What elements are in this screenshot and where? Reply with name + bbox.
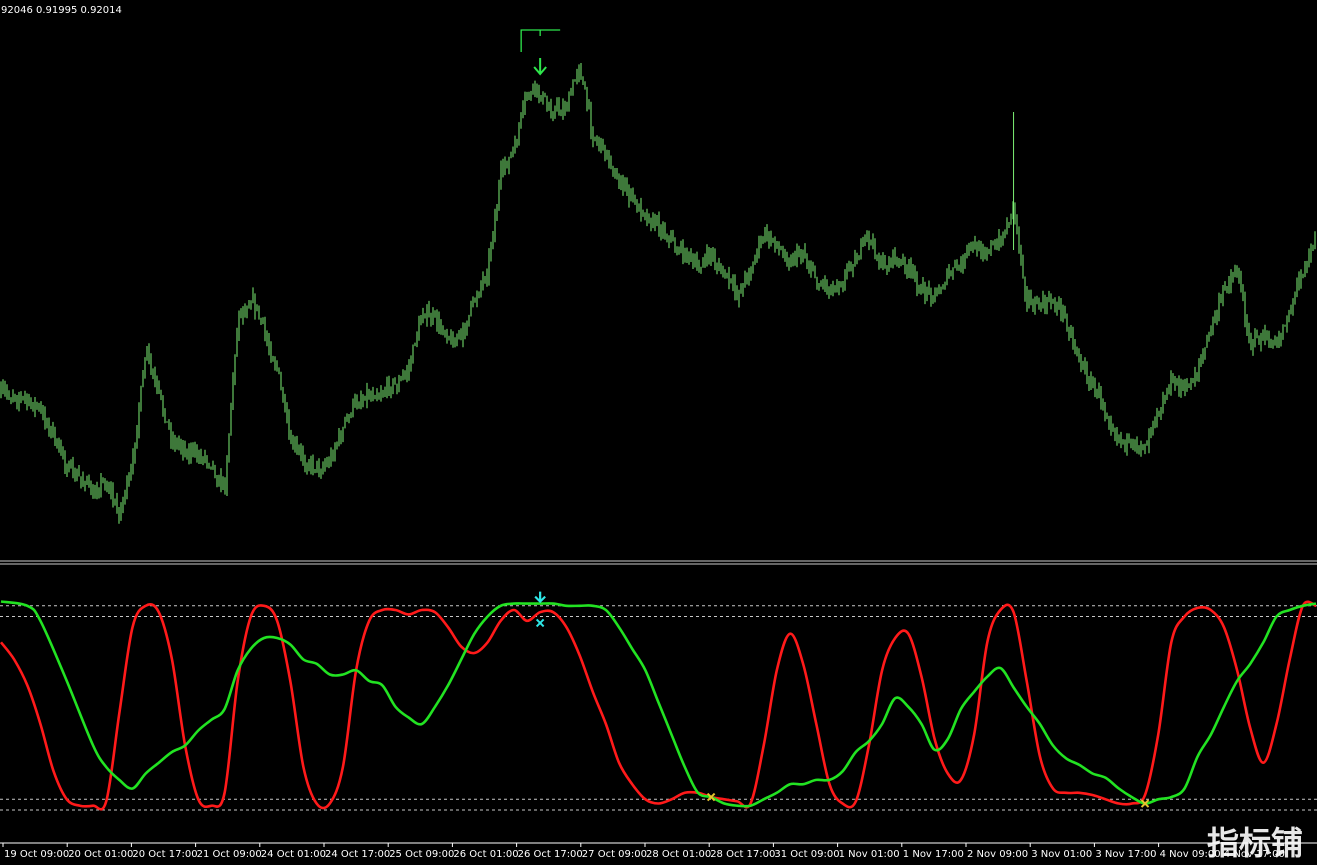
time-label: 1 Nov 17:00 [903, 849, 964, 860]
time-label: 25 Oct 09:00 [389, 849, 454, 860]
time-label: 28 Oct 01:00 [646, 849, 711, 860]
time-label: 26 Oct 01:00 [453, 849, 518, 860]
time-label: 21 Oct 09:00 [197, 849, 262, 860]
time-label: 26 Oct 17:00 [518, 849, 583, 860]
time-label: 24 Oct 17:00 [325, 849, 390, 860]
time-label: 2 Nov 09:00 [967, 849, 1028, 860]
time-label: 1 Nov 01:00 [839, 849, 900, 860]
chart-window: 92046 0.91995 0.92014 19 Oct 09:0020 Oct… [0, 0, 1317, 865]
watermark-text: 指标铺 [1207, 824, 1303, 861]
time-label: 3 Nov 01:00 [1031, 849, 1092, 860]
price-header: 92046 0.91995 0.92014 [1, 5, 122, 16]
time-label: 24 Oct 01:00 [261, 849, 326, 860]
chart-background [0, 0, 1317, 865]
time-label: 19 Oct 09:00 [4, 849, 69, 860]
watermark: 指标铺 [1207, 824, 1303, 861]
time-label: 27 Oct 09:00 [582, 849, 647, 860]
time-label: 3 Nov 17:00 [1095, 849, 1156, 860]
time-label: 20 Oct 17:00 [132, 849, 197, 860]
time-label: 28 Oct 17:00 [710, 849, 775, 860]
time-label: 20 Oct 01:00 [68, 849, 133, 860]
time-label: 31 Oct 09:00 [774, 849, 839, 860]
